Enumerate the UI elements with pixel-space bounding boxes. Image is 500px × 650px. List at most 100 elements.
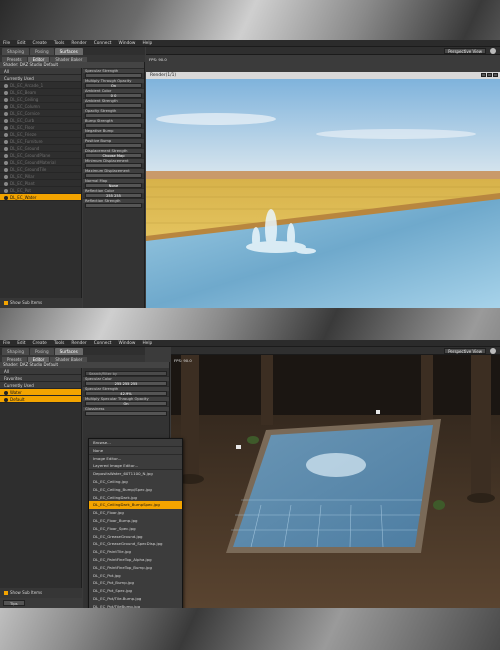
menu-render[interactable]: Render — [71, 41, 86, 46]
show-sub-items-checkbox[interactable]: Show Sub Items — [0, 588, 82, 598]
close-icon[interactable] — [493, 73, 498, 77]
tree-item-currently-used[interactable]: Currently Used — [0, 75, 81, 82]
tree-item-default[interactable]: Default — [0, 396, 81, 403]
menu-item-dl-ec-floor-jpg[interactable]: DL_EC_Floor.jpg — [89, 509, 182, 517]
tree-item-dl-ec-column[interactable]: DL_EC_Column — [0, 103, 81, 110]
menu-tools[interactable]: Tools — [54, 341, 65, 346]
viewport-toolbar: Perspective View — [171, 347, 500, 355]
menu-create[interactable]: Create — [33, 341, 47, 346]
tree-item-dl-ec-groundtile[interactable]: DL_EC_GroundTile — [0, 166, 81, 173]
property-value-reflection-strength[interactable] — [85, 203, 142, 208]
menu-item-browse[interactable]: Browse... — [89, 439, 182, 447]
tree-item-label: Currently Used — [4, 383, 34, 388]
menu-item-dl-ec-ceiling-jpg[interactable]: DL_EC_Ceiling.jpg — [89, 478, 182, 486]
tree-item-dl-ec-floor[interactable]: DL_EC_Floor — [0, 124, 81, 131]
menu-item-dl-ec-pot-bump-jpg[interactable]: DL_EC_Pot_Bump.jpg — [89, 579, 182, 587]
menu-file[interactable]: File — [3, 41, 10, 46]
menu-connect[interactable]: Connect — [94, 341, 112, 346]
tree-item-dl-ec-furniture[interactable]: DL_EC_Furniture — [0, 138, 81, 145]
tree-item-dl-ec-pillar[interactable]: DL_EC_Pillar — [0, 173, 81, 180]
menu-item-dl-ec-painttile-jpg[interactable]: DL_EC_PaintTile.jpg — [89, 548, 182, 556]
tree-item-dl-ec-frieze[interactable]: DL_EC_Frieze — [0, 131, 81, 138]
menu-window[interactable]: Window — [119, 341, 136, 346]
surface-dot-icon — [4, 397, 8, 402]
tree-item-all[interactable]: All — [0, 68, 81, 75]
surface-dot-icon — [4, 125, 8, 130]
tree-item-dl-ec-ground[interactable]: DL_EC_Ground — [0, 145, 81, 152]
menu-item-none[interactable]: None — [89, 447, 182, 455]
menu-window[interactable]: Window — [119, 41, 136, 46]
menu-item-layered-image-editor[interactable]: Layered Image Editor... — [89, 462, 182, 471]
menu-bar: File Edit Create Tools Render Connect Wi… — [0, 340, 500, 347]
perspective-view-dropdown[interactable]: Perspective View — [444, 48, 486, 54]
tree-item-label: DL_EC_GroundMaterial — [10, 160, 56, 165]
menu-item-dl-ec-ceiling-bump-spec-jpg[interactable]: DL_EC_Ceiling_Bump/Spec.jpg — [89, 486, 182, 494]
tree-item-dl-ec-groundmaterial[interactable]: DL_EC_GroundMaterial — [0, 159, 81, 166]
menu-item-dl-ec-pot-spec-jpg[interactable]: DL_EC_Pot_Spec.jpg — [89, 587, 182, 595]
tree-item-water[interactable]: Water — [0, 389, 81, 396]
tree-item-dl-ec-ceiling[interactable]: DL_EC_Ceiling — [0, 96, 81, 103]
menu-item-dl-ec-greaseground-jpg[interactable]: DL_EC_GreaseGround.jpg — [89, 533, 182, 541]
tab-shaping[interactable]: Shaping — [2, 348, 30, 355]
tree-item-label: DL_EC_Furniture — [10, 139, 43, 144]
tips-button[interactable]: Tips — [3, 600, 25, 606]
tab-posing[interactable]: Posing — [30, 48, 54, 55]
tab-posing[interactable]: Posing — [30, 348, 54, 355]
menu-item-dl-ec-ceilingdark-bumpspec-jpg[interactable]: DL_EC_CeilingDark_BumpSpec.jpg — [89, 501, 182, 510]
tree-item-label: Water — [10, 390, 22, 395]
tree-item-all[interactable]: All — [0, 368, 81, 375]
surface-dot-icon — [4, 390, 8, 395]
viewport-3d-scene[interactable]: FPS: 90.0 — [171, 355, 500, 608]
perspective-view-dropdown[interactable]: Perspective View — [444, 348, 486, 354]
tab-surfaces[interactable]: Surfaces — [54, 48, 83, 55]
tree-item-dl-ec-pot[interactable]: DL_EC_Pot — [0, 187, 81, 194]
tree-item-dl-ec-groundplane[interactable]: DL_EC_GroundPlane — [0, 152, 81, 159]
tree-item-favorites[interactable]: Favorites — [0, 375, 81, 382]
tree-item-label: DL_EC_GroundPlane — [10, 153, 51, 158]
viewport-options-icon[interactable] — [490, 48, 496, 54]
surfaces-subtabs: Presets Editor Shader Baker — [0, 355, 145, 362]
viewport-options-icon[interactable] — [490, 348, 496, 354]
surfaces-panel: Shader: DAZ Studio Default All Currently … — [0, 62, 145, 308]
surface-dot-icon — [4, 90, 8, 95]
menu-item-dl-ec-pot-tile-bump-jpg[interactable]: DL_EC_Pot/Tile-Bump.jpg — [89, 595, 182, 603]
property-value-glossiness[interactable] — [85, 411, 167, 416]
menu-item-dl-ec-paintfinetop-bump-jpg[interactable]: DL_EC_PaintFineTop_Bump.jpg — [89, 564, 182, 572]
tree-item-dl-ec-arcade-1[interactable]: DL_EC_Arcade_1 — [0, 82, 81, 89]
menu-item-dl-ec-floor-spec-jpg[interactable]: DL_EC_Floor_Spec.jpg — [89, 525, 182, 533]
menu-item-image-editor[interactable]: Image Editor... — [89, 455, 182, 463]
minimize-icon[interactable] — [481, 73, 486, 77]
tree-item-dl-ec-curb[interactable]: DL_EC_Curb — [0, 117, 81, 124]
tree-item-dl-ec-plant[interactable]: DL_EC_Plant — [0, 180, 81, 187]
menu-tools[interactable]: Tools — [54, 41, 65, 46]
tree-item-currently-used[interactable]: Currently Used — [0, 382, 81, 389]
menu-edit[interactable]: Edit — [17, 341, 25, 346]
menu-help[interactable]: Help — [142, 41, 152, 46]
show-sub-items-checkbox[interactable]: Show Sub Items — [0, 298, 82, 308]
surface-dot-icon — [4, 181, 8, 186]
menu-item-dl-ec-ceilingdark-jpg[interactable]: DL_EC_CeilingDark.jpg — [89, 494, 182, 502]
render-scene-art — [146, 79, 500, 308]
menu-item-dl-ec-pot-tilebump-jpg[interactable]: DL_EC_Pot/TileBump.jpg — [89, 603, 182, 608]
tree-item-label: Favorites — [4, 376, 23, 381]
menu-file[interactable]: File — [3, 341, 10, 346]
tree-item-dl-ec-water[interactable]: DL_EC_Water — [0, 194, 81, 201]
tree-item-label: DL_EC_Pot — [10, 188, 31, 193]
maximize-icon[interactable] — [487, 73, 492, 77]
menu-help[interactable]: Help — [142, 341, 152, 346]
menu-item-dl-ec-pot-jpg[interactable]: DL_EC_Pot.jpg — [89, 572, 182, 580]
tab-surfaces[interactable]: Surfaces — [54, 348, 83, 355]
menu-create[interactable]: Create — [33, 41, 47, 46]
tree-item-dl-ec-beam[interactable]: DL_EC_Beam — [0, 89, 81, 96]
menu-item-dl-ec-paintfinetop-alpha-jpg[interactable]: DL_EC_PaintFineTop_Alpha.jpg — [89, 556, 182, 564]
menu-item-dl-ec-floor-bump-jpg[interactable]: DL_EC_Floor_Bump.jpg — [89, 517, 182, 525]
menu-render[interactable]: Render — [71, 341, 86, 346]
menu-item-depositswater-60t1100-n-jpg[interactable]: DepositsWater_60T1100_N.jpg — [89, 470, 182, 478]
menu-item-dl-ec-greaseground-specdisp-jpg[interactable]: DL_EC_GreaseGround_SpecDisp.jpg — [89, 540, 182, 548]
tab-shaping[interactable]: Shaping — [2, 48, 30, 55]
menu-connect[interactable]: Connect — [94, 41, 112, 46]
menu-edit[interactable]: Edit — [17, 41, 25, 46]
show-sub-items-label: Show Sub Items — [10, 300, 43, 305]
tree-item-dl-ec-cornice[interactable]: DL_EC_Cornice — [0, 110, 81, 117]
tree-item-label: DL_EC_Plant — [10, 181, 35, 186]
